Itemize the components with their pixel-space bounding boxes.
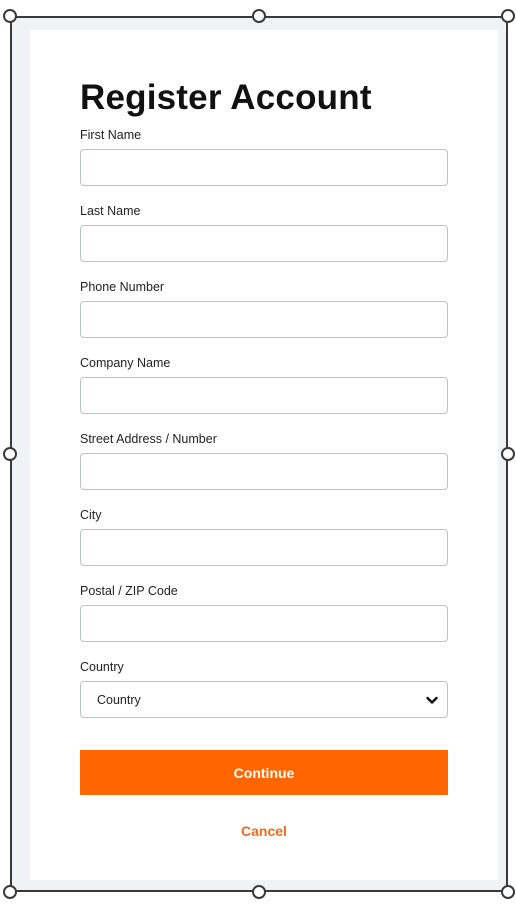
country-field: Country Country [80,660,448,718]
street-address-label: Street Address / Number [80,432,217,446]
resize-handle-top-right[interactable] [501,9,515,23]
last-name-field: Last Name [80,204,448,262]
company-name-label: Company Name [80,356,171,370]
last-name-input[interactable] [80,225,448,262]
city-label: City [80,508,102,522]
continue-button[interactable]: Continue [80,750,448,795]
postal-code-input[interactable] [80,605,448,642]
postal-code-label: Postal / ZIP Code [80,584,178,598]
country-label: Country [80,660,124,674]
last-name-label: Last Name [80,204,141,218]
street-address-input[interactable] [80,453,448,490]
company-name-input[interactable] [80,377,448,414]
first-name-input[interactable] [80,149,448,186]
resize-handle-top-left[interactable] [3,9,17,23]
resize-handle-bottom-middle[interactable] [252,885,266,899]
phone-number-label: Phone Number [80,280,165,294]
country-select-value: Country [97,692,141,707]
city-field: City [80,508,448,566]
postal-code-field: Postal / ZIP Code [80,584,448,642]
canvas: Register Account First Name Last Name Ph… [0,0,516,904]
first-name-label: First Name [80,128,142,142]
phone-number-input[interactable] [80,301,448,338]
register-form-card: Register Account First Name Last Name Ph… [30,30,498,880]
chevron-down-icon [426,696,438,704]
resize-handle-bottom-left[interactable] [3,885,17,899]
first-name-field: First Name [80,128,448,186]
city-input[interactable] [80,529,448,566]
resize-handle-middle-right[interactable] [501,447,515,461]
phone-number-field: Phone Number [80,280,448,338]
cancel-link[interactable]: Cancel [80,823,448,839]
resize-handle-top-middle[interactable] [252,9,266,23]
street-address-field: Street Address / Number [80,432,448,490]
resize-handle-middle-left[interactable] [3,447,17,461]
resize-handle-bottom-right[interactable] [501,885,515,899]
company-name-field: Company Name [80,356,448,414]
page-title: Register Account [80,78,372,117]
country-select[interactable]: Country [80,681,448,718]
